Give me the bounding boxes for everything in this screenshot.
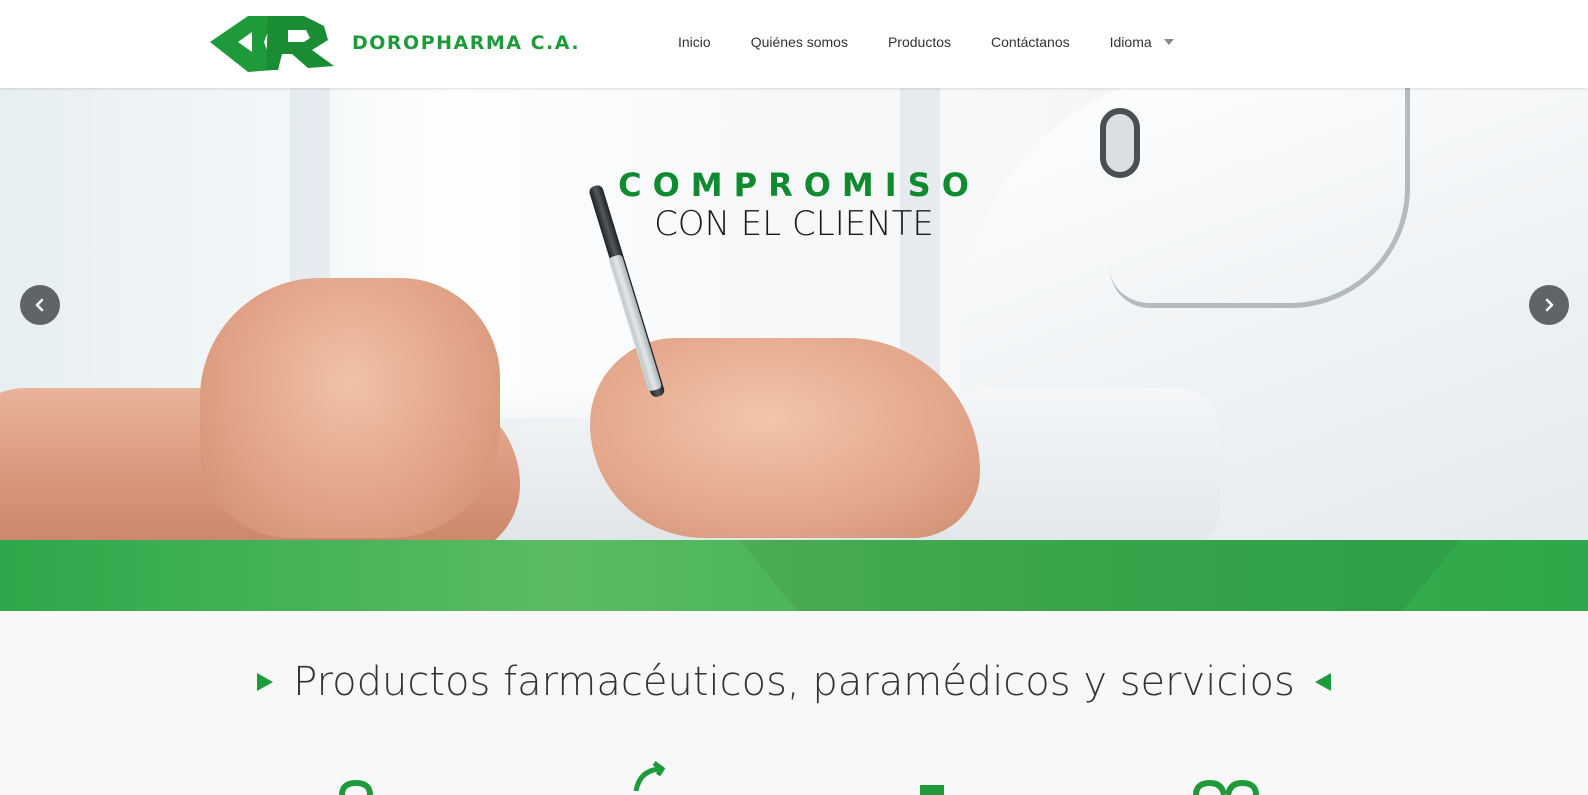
section-title: Productos farmacéuticos, paramédicos y s… [293,659,1295,705]
caret-down-icon [1163,39,1174,45]
chevron-right-icon [1545,298,1554,312]
nav-item-productos[interactable]: Productos [888,30,951,54]
nav-item-quienes-somos[interactable]: Quiénes somos [751,30,848,54]
triangle-right-icon [257,673,274,691]
leaf-icon [633,761,666,791]
nav-item-inicio[interactable]: Inicio [678,30,711,54]
doctor-sleeve [940,388,1220,548]
chevron-left-icon [35,298,44,312]
hero-slider: COMPROMISO CON EL CLIENTE [0,88,1588,611]
slider-next-button[interactable] [1529,285,1569,325]
patient-hands [200,278,500,538]
hero-title-line2: CON EL CLIENTE [654,204,934,244]
site-header: DOROPHARMA C.A. Inicio Quiénes somos Pro… [0,0,1588,88]
clipboard-shape [740,540,1460,611]
products-section: Productos farmacéuticos, paramédicos y s… [0,611,1588,795]
logo-mark-icon [210,16,334,72]
section-heading: Productos farmacéuticos, paramédicos y s… [0,659,1588,705]
nav-item-contactanos[interactable]: Contáctanos [991,30,1070,54]
hero-title-line1: COMPROMISO [618,166,980,204]
nav-item-idioma-label: Idioma [1109,34,1152,50]
clipboard-icon [920,785,944,795]
service-icon-1 [339,779,373,795]
triangle-left-icon [1314,673,1331,691]
nav-item-idioma[interactable]: Idioma [1110,30,1174,54]
brand-logo[interactable]: DOROPHARMA C.A. [208,12,579,76]
slider-prev-button[interactable] [20,285,60,325]
brand-name: DOROPHARMA C.A. [352,32,581,54]
handshake-icon [1193,779,1259,795]
main-nav: Inicio Quiénes somos Productos Contáctan… [678,30,1174,54]
